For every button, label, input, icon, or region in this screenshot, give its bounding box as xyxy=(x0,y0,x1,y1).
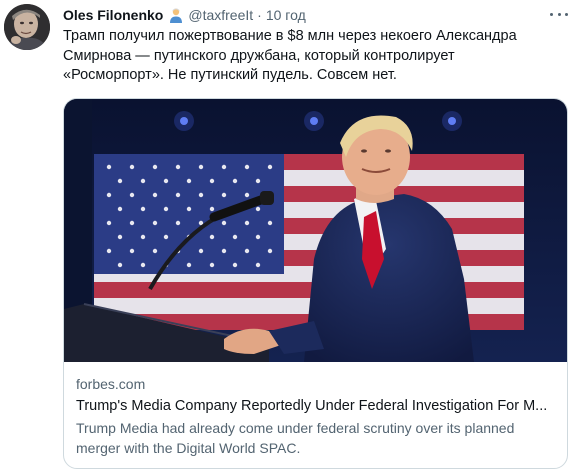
link-card[interactable]: forbes.com Trump's Media Company Reporte… xyxy=(63,98,568,469)
card-description-line: merger with the Digital World SPAC. xyxy=(76,440,301,456)
tweet-text-line: Смирнова — путинского дружбана, который … xyxy=(63,47,455,64)
author-name[interactable]: Oles Filonenko xyxy=(63,7,163,23)
card-photo xyxy=(64,99,567,362)
tweet-header: Oles Filonenko @taxfreeIt · 10 год xyxy=(63,5,306,25)
tweet[interactable]: Oles Filonenko @taxfreeIt · 10 год Трамп… xyxy=(0,0,572,472)
author-handle[interactable]: @taxfreeIt xyxy=(188,7,253,23)
tweet-text-line: «Росморпорт». Не путинский пудель. Совсе… xyxy=(63,67,397,83)
avatar[interactable] xyxy=(4,4,50,50)
card-title[interactable]: Trump's Media Company Reportedly Under F… xyxy=(76,395,554,417)
more-options-icon[interactable] xyxy=(550,6,568,22)
tweet-timestamp[interactable]: 10 год xyxy=(266,7,306,23)
tweet-text-line: Трамп получил пожертвование в $8 млн чер… xyxy=(63,28,517,44)
tweet-text: Трамп получил пожертвование в $8 млн чер… xyxy=(63,27,563,86)
avatar-image xyxy=(4,4,50,50)
card-meta: forbes.com Trump's Media Company Reporte… xyxy=(76,373,556,458)
card-description: Trump Media had already come under feder… xyxy=(76,418,556,458)
person-emoji-icon xyxy=(170,8,183,23)
card-domain: forbes.com xyxy=(76,376,146,392)
card-description-line: Trump Media had already come under feder… xyxy=(76,420,515,436)
separator-dot: · xyxy=(257,7,262,23)
card-image[interactable] xyxy=(64,99,567,362)
